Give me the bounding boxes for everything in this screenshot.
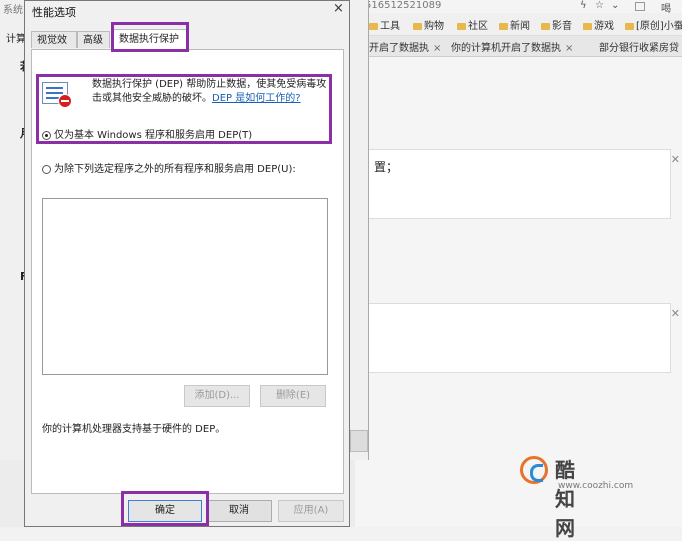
browser-tab-strip: 开启了数据执 × 你的计算机开启了数据执 × 部分银行收紧房贷 xyxy=(355,36,682,57)
content-card xyxy=(357,303,671,373)
bookmark-tools[interactable]: 工具 xyxy=(369,17,400,32)
close-icon[interactable]: ✕ xyxy=(671,153,680,166)
dep-help-link[interactable]: DEP 是如何工作的? xyxy=(212,93,301,104)
tab-data-execution-prevention[interactable]: 数据执行保护 xyxy=(113,29,189,49)
ok-button[interactable]: 确定 xyxy=(128,500,202,522)
browser-tab-1[interactable]: 开启了数据执 × xyxy=(369,39,441,54)
cancel-button[interactable]: 取消 xyxy=(206,500,272,522)
card-text: 置； xyxy=(374,160,399,174)
radio-unselected-icon[interactable] xyxy=(42,164,51,174)
bookmark-community[interactable]: 社区 xyxy=(457,17,488,32)
close-icon[interactable]: × xyxy=(333,1,344,16)
folder-icon xyxy=(457,22,466,30)
bookmark-video[interactable]: 影音 xyxy=(541,17,572,32)
dep-description: 数据执行保护 (DEP) 帮助防止数据，使其免受病毒攻击或其他安全威胁的破坏。D… xyxy=(92,79,327,104)
add-button[interactable]: 添加(D)... xyxy=(184,385,250,407)
lightning-icon[interactable]: ϟ xyxy=(580,0,587,11)
grid-icon[interactable] xyxy=(635,2,645,11)
close-icon[interactable]: × xyxy=(433,43,441,54)
folder-icon xyxy=(369,22,378,30)
content-card: 置； xyxy=(357,149,671,219)
browser-content: 置； ✕ ✕ xyxy=(355,57,682,527)
excluded-programs-list[interactable] xyxy=(42,198,328,375)
folder-icon xyxy=(413,22,422,30)
window-title: 系统 xyxy=(3,5,23,16)
bookmark-news[interactable]: 新闻 xyxy=(499,17,530,32)
tab-visual-effects[interactable]: 视觉效果 xyxy=(31,31,77,63)
coozhi-logo-icon xyxy=(520,456,548,484)
hardware-dep-note: 你的计算机处理器支持基于硬件的 DEP。 xyxy=(42,424,226,435)
tab-computer-name[interactable]: 计算 xyxy=(6,30,26,45)
close-icon[interactable]: ✕ xyxy=(671,307,680,320)
browser-tab-2[interactable]: 你的计算机开启了数据执 × xyxy=(451,39,573,54)
dep-shield-icon xyxy=(42,82,72,108)
apply-button[interactable]: 应用(A) xyxy=(278,500,344,522)
folder-icon xyxy=(541,22,550,30)
radio-selected-icon[interactable] xyxy=(42,130,51,140)
bookmarks-bar: 工具 购物 社区 新闻 影音 游戏 [原创]小蚕 xyxy=(355,13,682,36)
address-bar[interactable]: 516512521089 ϟ ☆ ⌄ 喝 xyxy=(355,0,682,15)
remove-button[interactable]: 删除(E) xyxy=(260,385,326,407)
folder-icon xyxy=(499,22,508,30)
watermark-title: 酷知网 xyxy=(555,458,576,540)
radio-all-programs[interactable]: 为除下列选定程序之外的所有程序和服务启用 DEP(U): xyxy=(42,160,296,175)
dialog-title: 性能选项 xyxy=(32,6,76,19)
bookmark-original[interactable]: [原创]小蚕 xyxy=(625,17,682,32)
folder-icon xyxy=(625,22,634,30)
watermark-url: www.coozhi.com xyxy=(558,481,634,491)
browser-tab-3[interactable]: 部分银行收紧房贷 xyxy=(599,39,679,54)
bookmark-games[interactable]: 游戏 xyxy=(583,17,614,32)
address-url: 516512521089 xyxy=(365,0,442,11)
apply-button[interactable] xyxy=(350,430,368,452)
tab-advanced[interactable]: 高级 xyxy=(77,31,110,48)
star-icon[interactable]: ☆ xyxy=(595,0,604,11)
radio-basic-programs[interactable]: 仅为基本 Windows 程序和服务启用 DEP(T) xyxy=(42,126,252,141)
bookmark-shopping[interactable]: 购物 xyxy=(413,17,444,32)
close-icon[interactable]: × xyxy=(565,43,573,54)
folder-icon xyxy=(583,22,592,30)
chevron-down-icon[interactable]: ⌄ xyxy=(611,0,619,11)
dialog-tabs: 视觉效果 高级 数据执行保护 xyxy=(31,29,345,63)
